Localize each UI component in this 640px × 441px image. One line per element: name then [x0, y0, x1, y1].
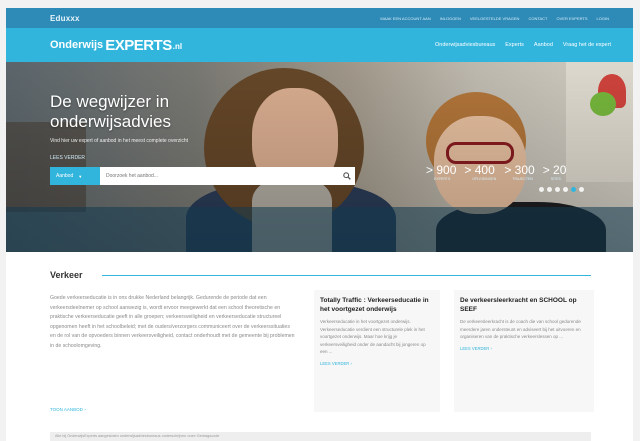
chevron-right-icon: ›: [84, 407, 86, 412]
slide-dot[interactable]: [539, 187, 544, 192]
slide-dot[interactable]: [579, 187, 584, 192]
stat-number: > 400: [464, 163, 495, 177]
chevron-right-icon: ›: [350, 360, 352, 366]
top-logo[interactable]: Eduxxx: [50, 14, 80, 23]
chevron-right-icon: ›: [490, 345, 492, 351]
stat-number: > 900: [426, 163, 457, 177]
search-icon: [343, 172, 351, 180]
card-title[interactable]: Totally Traffic : Verkeerseducatie in he…: [320, 296, 434, 314]
page: Eduxxx Maak een account aan Inloggen Vee…: [6, 8, 633, 441]
search-button[interactable]: [339, 167, 355, 185]
search-category-label: Aanbod: [56, 173, 74, 179]
top-link-over-experts[interactable]: Over Experts: [557, 16, 588, 21]
search-category-select[interactable]: Aanbod ▼: [50, 167, 100, 185]
search-input[interactable]: [100, 167, 339, 185]
slide-dot-active[interactable]: [571, 187, 576, 192]
article-card[interactable]: De verkeersleerkracht en SCHOOL op SEEF …: [454, 290, 594, 412]
nav-links: Onderwijsadviesbureaus Experts Aanbod Vr…: [435, 28, 611, 62]
top-links: Maak een account aan Inloggen Veelgestel…: [380, 8, 609, 28]
card-read-more[interactable]: Lees verder ›: [460, 346, 588, 351]
stat-label: Sites: [550, 177, 561, 181]
hero-more-link[interactable]: Lees verder: [50, 155, 85, 161]
top-link-account[interactable]: Maak een account aan: [380, 16, 430, 21]
brand-nl: .nl: [172, 42, 183, 51]
search-bar: Aanbod ▼: [50, 167, 355, 185]
toon-aanbod-label: Toon aanbod: [50, 407, 83, 412]
nav-item-experts[interactable]: Experts: [505, 42, 524, 48]
toon-aanbod-link[interactable]: Toon aanbod ›: [50, 407, 86, 412]
slide-dots: [539, 187, 584, 192]
card-read-more-label: Lees verder: [320, 360, 350, 366]
stat-experts: > 900 Experts: [426, 163, 457, 182]
hero-title-line2: onderwijsadvies: [50, 112, 171, 131]
stat-label: Opleidingen: [472, 177, 497, 181]
stat-trajecten: > 300 Trajecten: [504, 163, 535, 182]
card-text: Verkeerseducatie in het voortgezet onder…: [320, 319, 426, 354]
top-link-login[interactable]: Login: [597, 16, 609, 21]
stat-sites: > 20 Sites: [542, 163, 567, 182]
hero-title-line1: De wegwijzer in: [50, 92, 170, 111]
slide-dot[interactable]: [547, 187, 552, 192]
article-card[interactable]: Totally Traffic : Verkeerseducatie in he…: [314, 290, 440, 412]
chevron-down-icon: ▼: [78, 173, 83, 179]
slide-dot[interactable]: [563, 187, 568, 192]
brand-logo[interactable]: Onderwijs EXPERTS .nl: [50, 36, 182, 54]
footer-text: Alle bij OnderwijsExperts aangesloten on…: [55, 434, 220, 438]
stat-label: Trajecten: [512, 177, 533, 181]
section-title: Verkeer: [50, 270, 83, 280]
nav-item-adviesbureaus[interactable]: Onderwijsadviesbureaus: [435, 42, 495, 48]
top-link-faq[interactable]: Veelgestelde vragen: [470, 16, 520, 21]
top-link-contact[interactable]: Contact: [528, 16, 547, 21]
top-bar: Eduxxx Maak een account aan Inloggen Vee…: [6, 8, 633, 28]
stat-label: Experts: [434, 177, 451, 181]
hero-banner: De wegwijzer in onderwijsadvies Vind hie…: [6, 62, 633, 252]
section-divider: [102, 275, 591, 276]
slide-dot[interactable]: [555, 187, 560, 192]
brand-experts: EXPERTS: [105, 36, 172, 54]
hero-subtitle: Vind hier uw expert of aanbod in het mee…: [50, 138, 189, 144]
nav-item-aanbod[interactable]: Aanbod: [534, 42, 553, 48]
footer-bar: Alle bij OnderwijsExperts aangesloten on…: [50, 432, 591, 441]
main-nav: Onderwijs EXPERTS .nl Onderwijsadviesbur…: [6, 28, 633, 62]
hero-search-band: [6, 207, 633, 252]
section-intro: Goede verkeerseducatie is in ons drukke …: [50, 295, 295, 349]
brand-onderwijs: Onderwijs: [50, 39, 104, 51]
card-title[interactable]: De verkeersleerkracht en SCHOOL op SEEF: [460, 296, 588, 314]
stat-opleidingen: > 400 Opleidingen: [464, 163, 497, 182]
top-link-inloggen[interactable]: Inloggen: [440, 16, 461, 21]
card-text: De verkeersleerkracht is de coach die va…: [460, 319, 581, 339]
nav-item-vraag-expert[interactable]: Vraag het de expert: [563, 42, 611, 48]
card-read-more-label: Lees verder: [460, 345, 490, 351]
card-read-more[interactable]: Lees verder ›: [320, 361, 434, 366]
stats: > 900 Experts > 400 Opleidingen > 300 Tr…: [426, 163, 567, 182]
stat-number: > 300: [504, 163, 535, 177]
hero-title: De wegwijzer in onderwijsadvies: [50, 92, 171, 132]
stat-number: > 20: [542, 163, 567, 177]
